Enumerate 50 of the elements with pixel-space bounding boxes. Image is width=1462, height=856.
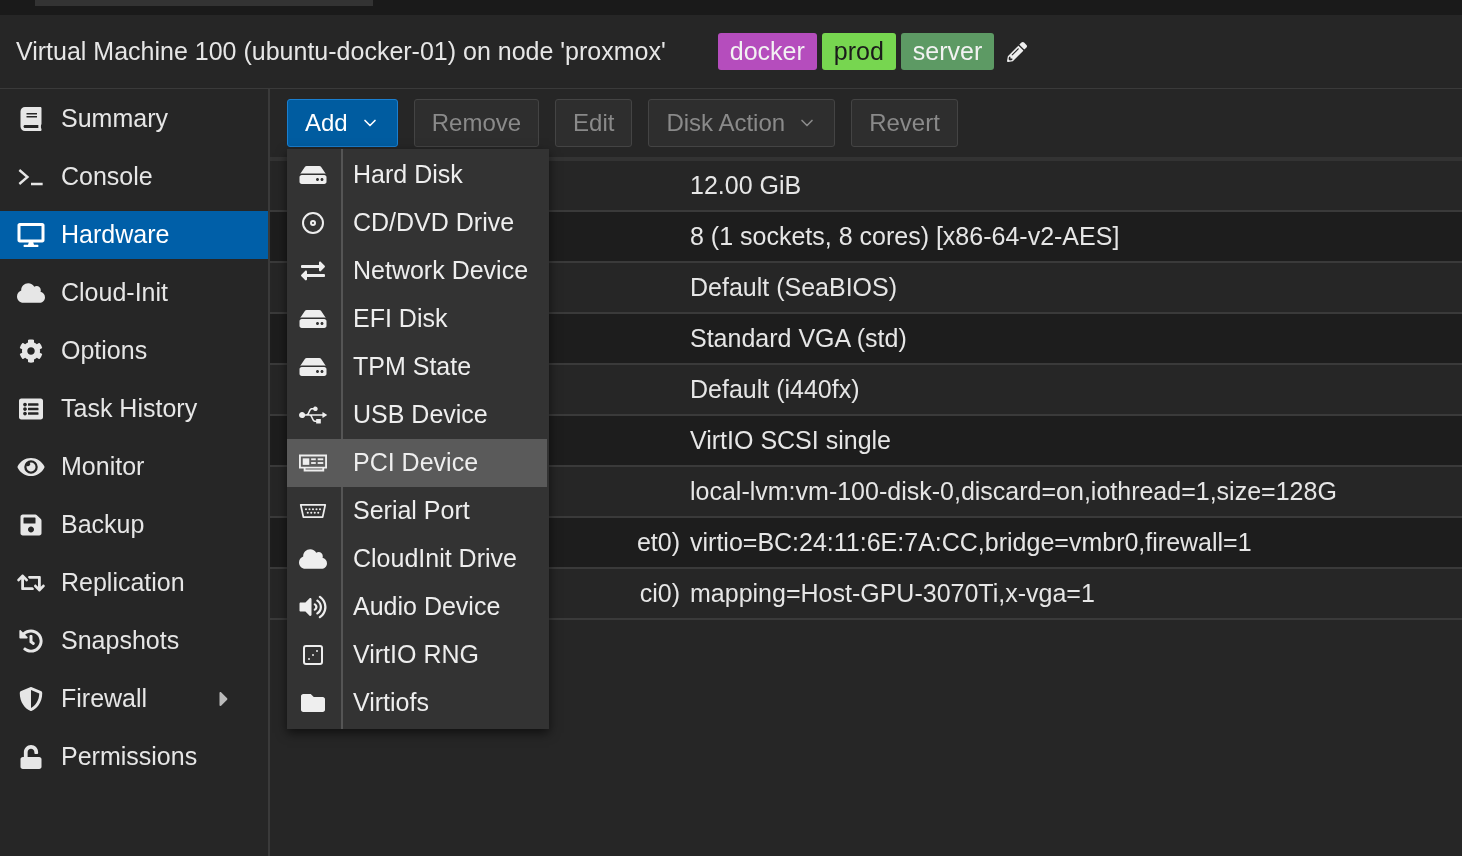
sidebar-item[interactable]: Snapshots <box>0 617 268 665</box>
usb-icon <box>299 403 327 427</box>
tag-label: server <box>900 33 995 70</box>
table-cell-text: Standard VGA (std) <box>690 322 907 354</box>
table-cell-text: Default (i440fx) <box>690 373 860 405</box>
sidebar-item[interactable]: Monitor <box>0 443 268 491</box>
shield-icon <box>17 687 45 711</box>
sidebar-item[interactable]: Options <box>0 327 268 375</box>
sidebar-item[interactable]: Backup <box>0 501 268 549</box>
menu-item[interactable]: VirtIO RNG <box>287 631 549 679</box>
eye-icon <box>17 455 45 479</box>
table-cell-text: mapping=Host-GPU-3070Ti,x-vga=1 <box>690 577 1095 609</box>
list-icon <box>17 397 45 421</box>
table-cell-text: VirtIO SCSI single <box>690 424 891 456</box>
toolbar-button[interactable]: Add <box>287 99 398 147</box>
sidebar-item[interactable]: Permissions <box>0 733 268 781</box>
table-cell-text: 12.00 GiB <box>690 169 802 201</box>
table-cell-text: local-lvm:vm-100-disk-0,discard=on,iothread=1,size=128G <box>690 475 1337 507</box>
folder-icon <box>299 691 327 715</box>
sidebar-item[interactable]: Task History <box>0 385 268 433</box>
table-cell-text: ci0) <box>639 577 680 609</box>
table-cell-text: et0) <box>636 526 680 558</box>
table-cell-text: virtio=BC:24:11:6E:7A:CC,bridge=vmbr0,firewall=1 <box>690 526 1252 558</box>
menu-item[interactable]: Virtiofs <box>287 679 549 727</box>
disc-icon <box>299 211 327 235</box>
cloud-icon <box>17 281 45 305</box>
vm-title: Virtual Machine 100 (ubuntu-docker-01) on node 'proxmox' <box>16 35 666 67</box>
sidebar-item[interactable]: Firewall <box>0 675 268 723</box>
table-cell-text: Default (SeaBIOS) <box>690 271 898 303</box>
sidebar-item[interactable]: Cloud-Init <box>0 269 268 317</box>
hard-drive-icon <box>299 307 327 331</box>
menu-item[interactable]: PCI Device <box>287 439 547 487</box>
sidebar-item[interactable]: Replication <box>0 559 268 607</box>
tag-label: docker <box>717 33 817 70</box>
speaker-icon <box>299 595 327 619</box>
sidebar-item[interactable]: Hardware <box>0 211 268 259</box>
edit-pencil-icon[interactable] <box>1007 41 1028 62</box>
gear-icon <box>17 339 45 363</box>
hard-drive-icon <box>299 163 327 187</box>
hard-drive-icon <box>299 355 327 379</box>
cloud-icon <box>299 547 327 571</box>
table-cell-text: 8 (1 sockets, 8 cores) [x86-64-v2-AES] <box>690 220 1120 252</box>
monitor-icon <box>17 223 45 247</box>
sidebar-item[interactable]: Summary <box>0 95 268 143</box>
exchange-arrows-icon <box>299 259 327 283</box>
history-icon <box>17 629 45 653</box>
tag-label: prod <box>821 33 896 70</box>
repeat-arrows-icon <box>17 571 45 595</box>
book-icon <box>17 107 45 131</box>
sidebar-item[interactable]: Console <box>0 153 268 201</box>
